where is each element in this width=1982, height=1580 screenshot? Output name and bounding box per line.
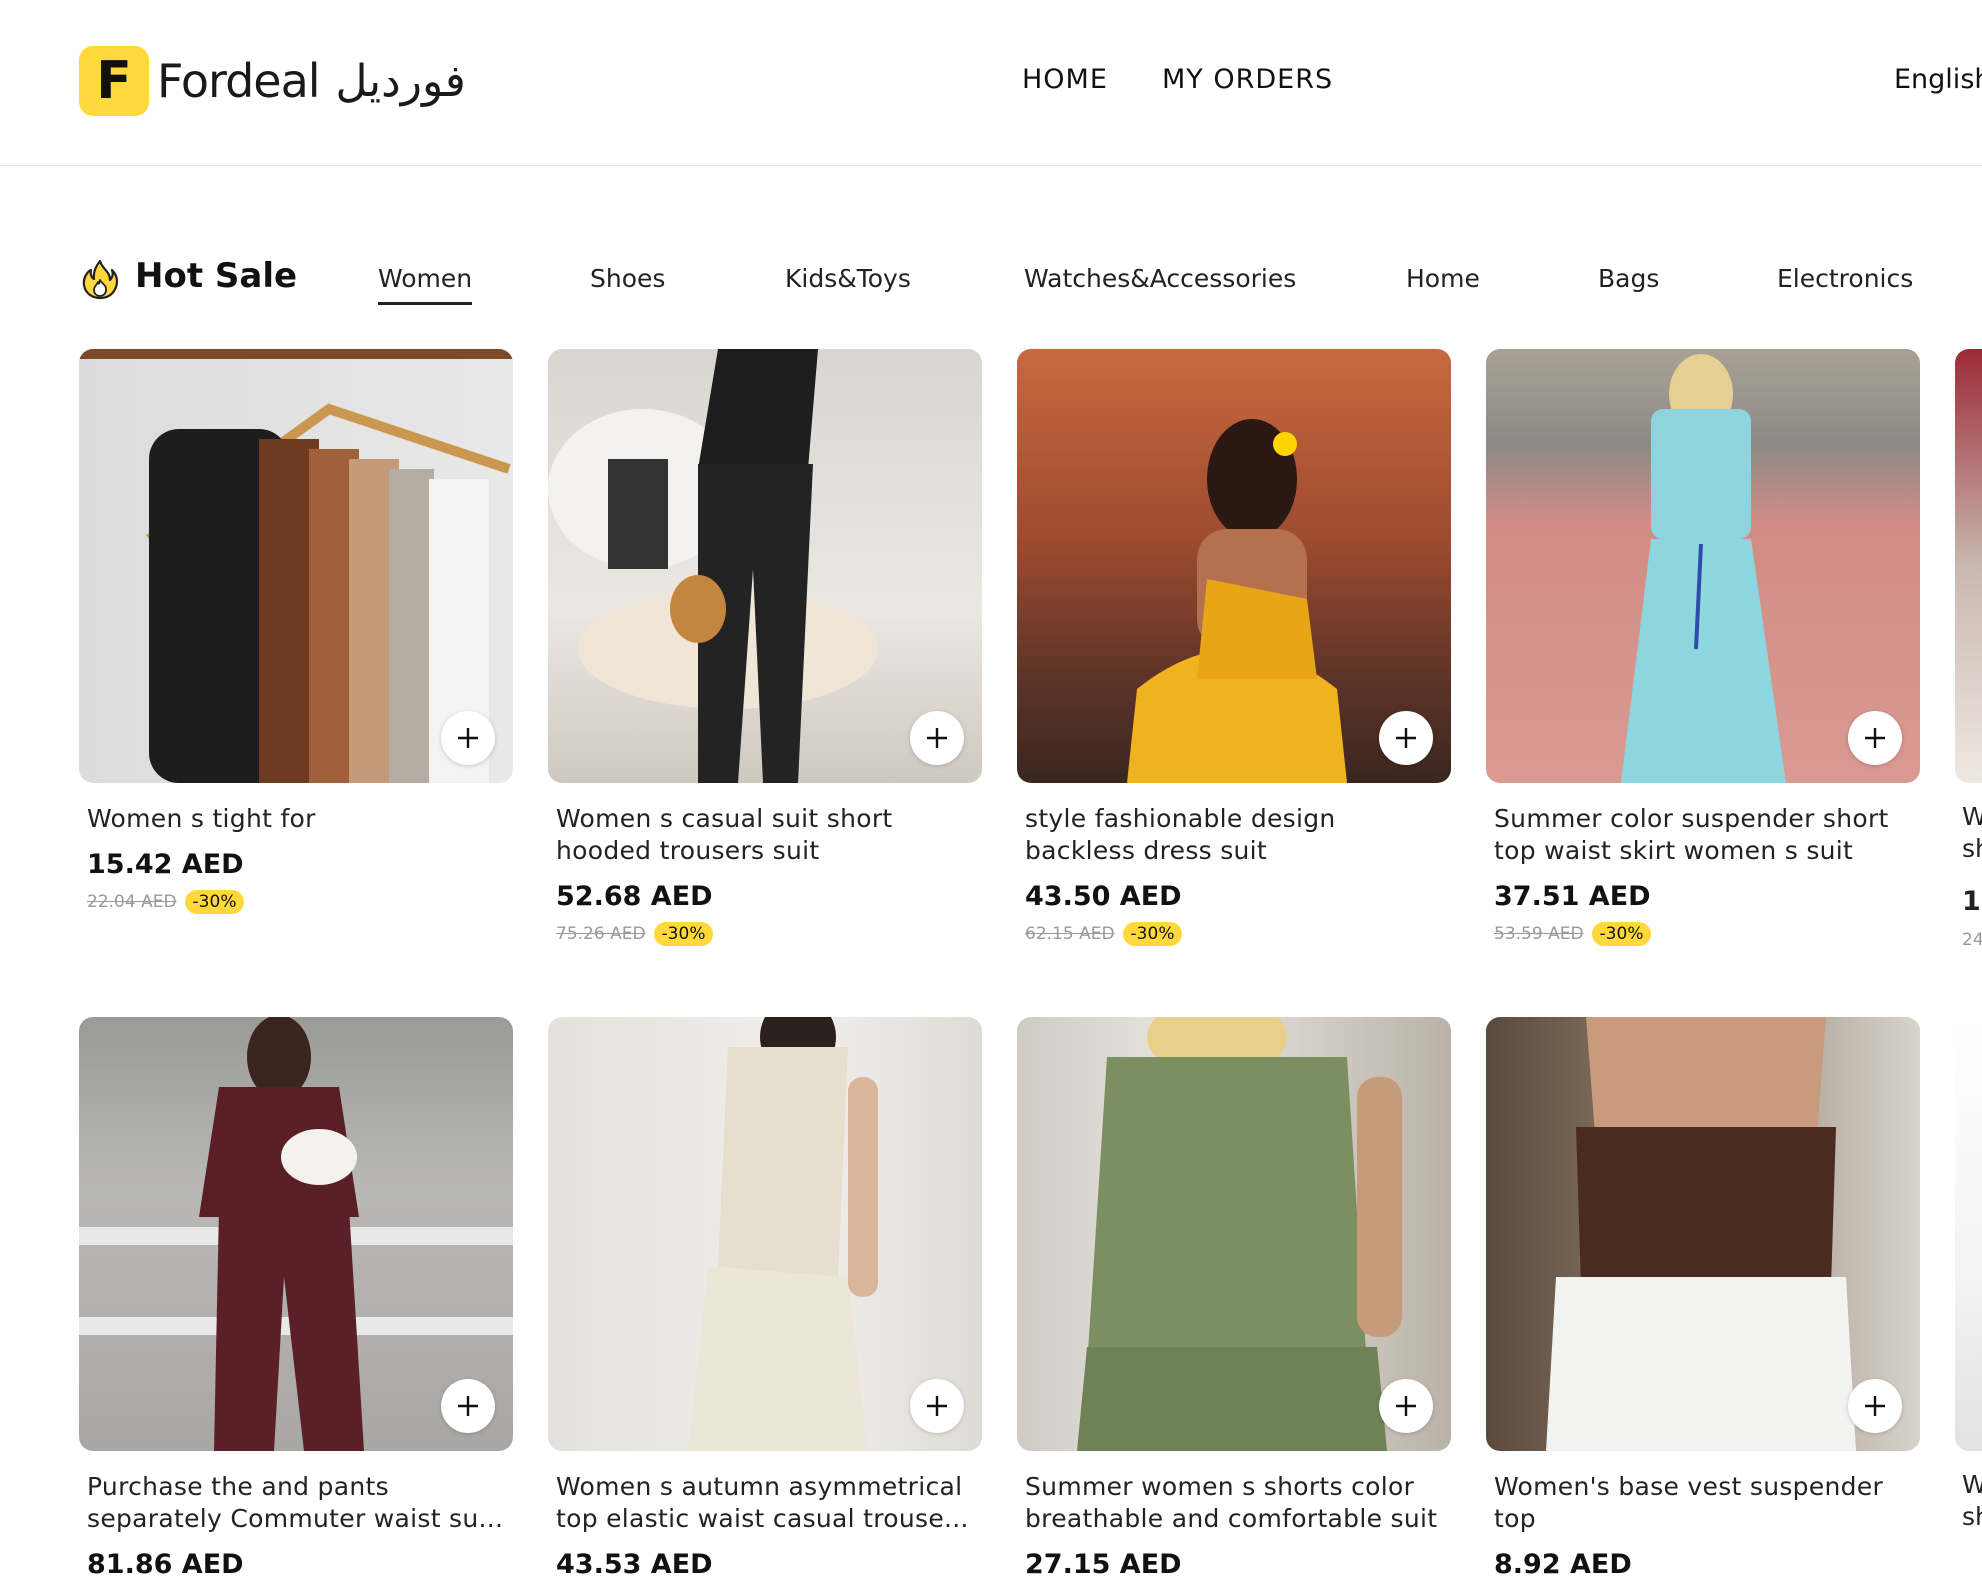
plus-icon [1396,728,1416,748]
product-price: 27.15 AED [1025,1549,1182,1580]
logo-badge: F [79,46,149,116]
original-price: 22.04 AED [87,892,177,912]
product-photo-green-set [1077,1017,1402,1451]
site-header: F Fordeal فورديل HOME MY ORDERS English [0,0,1982,166]
product-card[interactable]: style fashionable design backless dress … [1017,349,1451,946]
price-discount-row: 75.26 AED -30% [556,922,974,946]
product-photo-tracksuit [548,349,878,783]
product-price: 8.92 AED [1494,1549,1632,1580]
product-image[interactable] [1017,1017,1451,1451]
product-title[interactable]: Women s tight for [87,803,505,835]
section-title: Hot Sale [135,256,298,296]
tab-watches-accessories[interactable]: Watches&Accessories [1024,264,1296,293]
fire-icon [82,259,119,300]
nav-home[interactable]: HOME [1022,64,1108,95]
product-title[interactable]: Women's base vest suspender top [1494,1471,1912,1535]
plus-icon [458,728,478,748]
product-title[interactable]: W [1962,802,1982,831]
product-card[interactable]: Women s autumn asymmetrical top elastic … [548,1017,982,1580]
tab-bags[interactable]: Bags [1598,264,1659,293]
discount-badge: -30% [184,890,245,914]
product-image[interactable] [1017,349,1451,783]
original-price: 62.15 AED [1025,924,1115,944]
product-photo-burgundy-suit [79,1017,513,1451]
tab-kids-toys[interactable]: Kids&Toys [785,264,911,293]
add-to-cart-button[interactable] [1379,711,1433,765]
product-card[interactable]: Women's base vest suspender top 8.92 AED [1486,1017,1920,1580]
price-discount-row: 53.59 AED -30% [1494,922,1912,946]
discount-badge: -30% [1591,922,1652,946]
product-price: 43.50 AED [1025,881,1182,912]
product-card[interactable]: Women s casual suit short hooded trouser… [548,349,982,946]
product-title[interactable]: style fashionable design backless dress … [1025,803,1443,867]
product-image[interactable] [1955,349,1982,783]
logo[interactable]: F Fordeal فورديل [79,46,466,116]
product-price: 43.53 AED [556,1549,713,1580]
original-price: 24 [1962,930,1982,950]
product-card[interactable]: Purchase the and pants separately Commut… [79,1017,513,1580]
logo-text: Fordeal [157,54,321,108]
nav-my-orders[interactable]: MY ORDERS [1162,64,1333,95]
product-photo-blue-skirt [1621,354,1786,783]
plus-icon [1865,728,1885,748]
logo-text-arabic: فورديل [335,55,466,107]
product-image[interactable] [1955,1017,1982,1451]
product-price: 17 [1962,886,1982,917]
plus-icon [927,728,947,748]
tab-women[interactable]: Women [378,264,473,305]
product-card[interactable]: Summer women s shorts color breathable a… [1017,1017,1451,1580]
price-discount-row: 22.04 AED -30% [87,890,505,914]
product-price: 81.86 AED [87,1549,244,1580]
price-discount-row: 62.15 AED -30% [1025,922,1443,946]
product-title[interactable]: sh [1962,834,1982,863]
product-title[interactable]: W [1962,1470,1982,1499]
product-photo-pleated-set [688,1017,878,1451]
add-to-cart-button[interactable] [441,711,495,765]
product-title[interactable]: Women s autumn asymmetrical top elastic … [556,1471,974,1535]
product-price: 15.42 AED [87,849,244,880]
add-to-cart-button[interactable] [441,1379,495,1433]
language-selector[interactable]: English [1894,64,1982,95]
add-to-cart-button[interactable] [1379,1379,1433,1433]
tab-home[interactable]: Home [1406,264,1480,293]
product-image[interactable] [79,349,513,783]
plus-icon [927,1396,947,1416]
add-to-cart-button[interactable] [910,1379,964,1433]
product-title[interactable]: sh [1962,1502,1982,1531]
product-image[interactable] [548,349,982,783]
product-card[interactable]: Women s tight for 15.42 AED 22.04 AED -3… [79,349,513,914]
product-photo-hangers [79,349,513,783]
discount-badge: -30% [653,922,714,946]
product-image[interactable] [1486,349,1920,783]
add-to-cart-button[interactable] [1848,711,1902,765]
product-title[interactable]: Women s casual suit short hooded trouser… [556,803,974,867]
product-title[interactable]: Purchase the and pants separately Commut… [87,1471,505,1535]
plus-icon [458,1396,478,1416]
tab-shoes[interactable]: Shoes [590,264,665,293]
product-image[interactable] [79,1017,513,1451]
product-photo-brown-vest [1546,1017,1856,1451]
product-card[interactable]: Summer color suspender short top waist s… [1486,349,1920,946]
product-title[interactable]: Summer women s shorts color breathable a… [1025,1471,1443,1535]
product-title[interactable]: Summer color suspender short top waist s… [1494,803,1912,867]
product-price: 52.68 AED [556,881,713,912]
product-image[interactable] [1486,1017,1920,1451]
product-price: 37.51 AED [1494,881,1651,912]
add-to-cart-button[interactable] [1848,1379,1902,1433]
product-image[interactable] [548,1017,982,1451]
original-price: 75.26 AED [556,924,646,944]
tab-electronics[interactable]: Electronics [1777,264,1913,293]
product-photo-yellow-dress [1127,419,1347,783]
discount-badge: -30% [1122,922,1183,946]
plus-icon [1865,1396,1885,1416]
original-price: 53.59 AED [1494,924,1584,944]
add-to-cart-button[interactable] [910,711,964,765]
plus-icon [1396,1396,1416,1416]
